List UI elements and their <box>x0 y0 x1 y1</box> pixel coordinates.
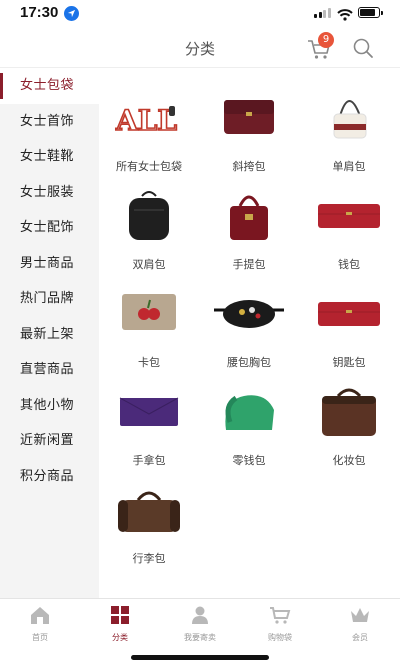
subcategory-clutch[interactable]: 手拿包 <box>99 372 199 470</box>
tab-label: 我要寄卖 <box>184 633 216 642</box>
home-indicator <box>131 655 269 660</box>
subcategory-label: 钱包 <box>338 258 360 271</box>
card-holder-icon <box>122 294 176 330</box>
sidebar-item-womens-bags[interactable]: 女士包袋 <box>0 68 99 104</box>
tab-cart[interactable]: 购物袋 <box>240 599 320 646</box>
sidebar-item-label: 女士鞋靴 <box>20 149 75 164</box>
tab-label: 分类 <box>112 633 128 642</box>
sidebar-item-label: 积分商品 <box>20 468 75 484</box>
coin-purse-icon <box>225 395 274 430</box>
subcategory-card-holder[interactable]: 卡包 <box>99 274 199 372</box>
sidebar-item-mens-goods[interactable]: 男士商品 <box>0 246 99 282</box>
subcategory-label: 手提包 <box>232 258 266 271</box>
tab-membership[interactable]: 会员 <box>320 599 400 646</box>
subcategory-label: 钥匙包 <box>332 356 366 369</box>
tab-category[interactable]: 分类 <box>80 599 160 646</box>
cosmetic-case-icon <box>322 388 376 436</box>
subcategory-label: 斜挎包 <box>232 160 266 173</box>
subcategory-wallet[interactable]: 钱包 <box>299 176 399 274</box>
subcategory-travel-bag[interactable]: 行李包 <box>99 470 199 568</box>
wifi-icon <box>337 6 353 25</box>
page-title: 分类 <box>184 40 215 58</box>
subcategory-label: 卡包 <box>138 356 160 369</box>
search-icon <box>353 38 373 58</box>
sidebar-item-label: 热门品牌 <box>20 291 75 306</box>
tab-label: 购物袋 <box>268 633 292 642</box>
tab-consign[interactable]: 我要寄卖 <box>160 599 240 646</box>
subcategory-label: 手拿包 <box>132 454 166 467</box>
tab-label: 首页 <box>32 633 48 642</box>
subcategory-coin-purse[interactable]: 零钱包 <box>199 372 299 470</box>
subcategory-label: 化妆包 <box>332 454 366 467</box>
category-icon <box>111 606 129 624</box>
header: 分类 9 <box>0 28 400 68</box>
sidebar-item-like-new[interactable]: 近新闲置 <box>0 423 99 459</box>
all-bags-icon: ALL <box>114 103 178 138</box>
sidebar-item-womens-jewelry[interactable]: 女士首饰 <box>0 104 99 140</box>
sidebar-item-label: 女士包袋 <box>20 78 75 93</box>
belt-bag-icon <box>214 300 284 328</box>
sidebar-item-label: 女士配饰 <box>20 220 75 235</box>
clutch-icon <box>119 397 179 426</box>
sidebar-item-label: 女士服装 <box>20 184 75 200</box>
battery-icon <box>358 7 383 18</box>
subcategory-label: 腰包胸包 <box>227 356 271 369</box>
travel-bag-icon <box>118 491 180 532</box>
subcategory-cosmetic-case[interactable]: 化妆包 <box>299 372 399 470</box>
sidebar-item-womens-shoes[interactable]: 女士鞋靴 <box>0 139 99 175</box>
wallet-icon <box>318 204 380 228</box>
signal-icon <box>314 8 331 18</box>
sidebar-item-points-goods[interactable]: 积分商品 <box>0 459 99 495</box>
subcategory-label: 双肩包 <box>132 258 166 271</box>
subcategory-shoulder[interactable]: 单肩包 <box>299 78 399 176</box>
sidebar-item-womens-accessories[interactable]: 女士配饰 <box>0 210 99 246</box>
sidebar-item-new-arrivals[interactable]: 最新上架 <box>0 317 99 353</box>
subcategory-backpack[interactable]: 双肩包 <box>99 176 199 274</box>
consign-icon <box>192 606 208 624</box>
sidebar-item-label: 其他小物 <box>20 397 75 413</box>
crown-icon <box>351 608 369 622</box>
subcategory-handbag[interactable]: 手提包 <box>199 176 299 274</box>
subcategory-key-pouch[interactable]: 钥匙包 <box>299 274 399 372</box>
bottom-tab-bar: 首页 分类 我要寄卖 购物袋 会员 <box>0 598 400 646</box>
subcategory-all-womens-bags[interactable]: ALL 所有女士包袋 <box>99 78 199 176</box>
key-pouch-icon <box>318 302 380 326</box>
tab-home[interactable]: 首页 <box>0 599 80 646</box>
sidebar-item-label: 女士首饰 <box>20 113 75 129</box>
sidebar-item-womens-clothing[interactable]: 女士服装 <box>0 175 99 211</box>
tab-label: 会员 <box>352 633 368 642</box>
sidebar-item-label: 近新闲置 <box>20 433 75 448</box>
subcategory-label: 零钱包 <box>232 454 266 467</box>
sidebar-item-label: 直营商品 <box>20 362 75 377</box>
home-icon <box>31 607 49 624</box>
crossbody-bag-icon <box>224 100 274 134</box>
subcategory-belt-bag[interactable]: 腰包胸包 <box>199 274 299 372</box>
subcategory-crossbody[interactable]: 斜挎包 <box>199 78 299 176</box>
category-sidebar: 女士包袋 女士首饰 女士鞋靴 女士服装 女士配饰 男士商品 热门品牌 最新上架 … <box>0 68 99 598</box>
subcategory-label: 所有女士包袋 <box>116 160 182 173</box>
shoulder-bag-icon <box>333 100 367 139</box>
handbag-icon <box>230 195 268 240</box>
search-button[interactable] <box>352 37 374 59</box>
all-logo-text: ALL <box>115 104 177 137</box>
backpack-icon <box>129 191 169 240</box>
sidebar-item-other-small-items[interactable]: 其他小物 <box>0 388 99 424</box>
subcategory-label: 行李包 <box>132 552 166 565</box>
location-arrow-icon <box>64 6 79 21</box>
cart-count-badge: 9 <box>318 32 334 48</box>
sidebar-item-label: 最新上架 <box>20 326 75 342</box>
status-time: 17:30 <box>20 4 59 21</box>
status-bar: 17:30 <box>0 0 400 28</box>
sidebar-item-label: 男士商品 <box>20 255 75 271</box>
sidebar-item-direct-goods[interactable]: 直营商品 <box>0 352 99 388</box>
sidebar-item-hot-brands[interactable]: 热门品牌 <box>0 281 99 317</box>
cart-icon <box>270 607 291 624</box>
subcategory-label: 单肩包 <box>332 160 366 173</box>
